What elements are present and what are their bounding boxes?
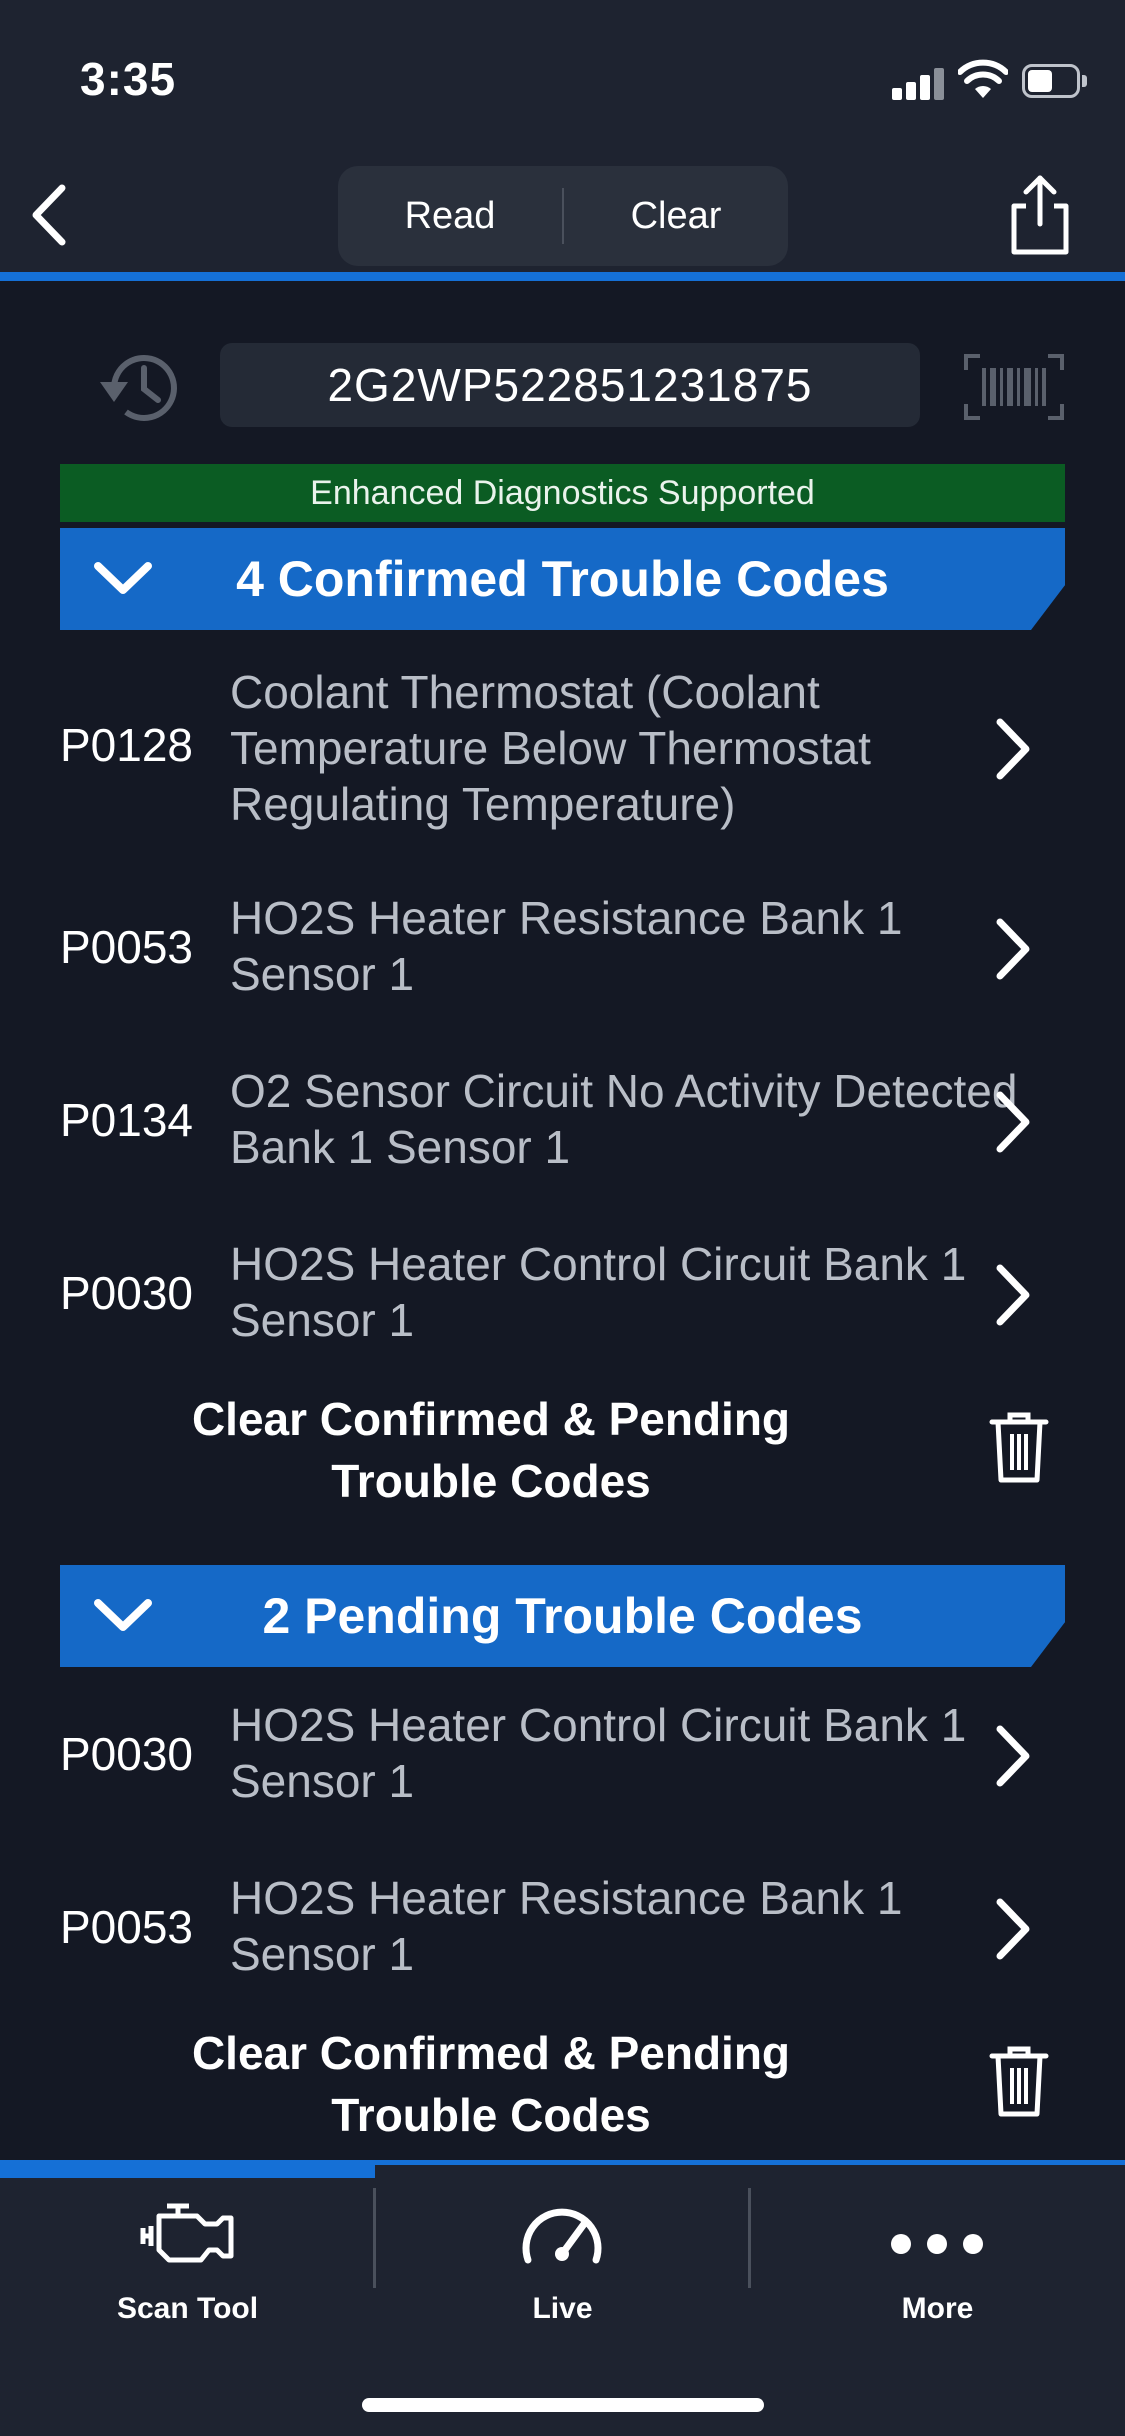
status-time: 3:35: [80, 53, 177, 105]
tab-live[interactable]: Live: [375, 2180, 750, 2340]
trouble-code-row[interactable]: P0030 HO2S Heater Control Circuit Bank 1…: [60, 1236, 1065, 1356]
trouble-code: P0030: [60, 1728, 194, 1780]
chevron-right-icon: [996, 1091, 1030, 1153]
trouble-code: P0134: [60, 1094, 194, 1146]
trash-icon: [989, 2046, 1049, 2117]
trouble-code-row[interactable]: P0134 O2 Sensor Circuit No Activity Dete…: [60, 1063, 1065, 1183]
tab-label: Live: [532, 2292, 593, 2325]
vin-field[interactable]: 2G2WP522851231875: [220, 343, 920, 427]
trouble-code-description: HO2S Heater Resistance Bank 1 Sensor 1: [230, 1872, 903, 1980]
trouble-code-row[interactable]: P0128 Coolant Thermostat (Coolant Temper…: [60, 662, 1065, 832]
share-icon[interactable]: [1004, 172, 1076, 258]
battery-icon: [1022, 64, 1088, 98]
trouble-code: P0128: [60, 719, 194, 771]
chevron-right-icon: [996, 1898, 1030, 1960]
trouble-code-row[interactable]: P0030 HO2S Heater Control Circuit Bank 1…: [60, 1697, 1065, 1817]
home-indicator: [362, 2398, 764, 2412]
more-dots-icon: [891, 2234, 983, 2254]
tab-label: More: [901, 2292, 974, 2325]
clear-codes-button[interactable]: Clear Confirmed & Pending Trouble Codes: [60, 2020, 1065, 2150]
pending-codes-title: 2 Pending Trouble Codes: [262, 1588, 863, 1644]
history-icon[interactable]: [96, 344, 186, 430]
active-tab-indicator: [0, 2160, 375, 2178]
pending-codes-header[interactable]: 2 Pending Trouble Codes: [60, 1565, 1065, 1667]
trouble-code-row[interactable]: P0053 HO2S Heater Resistance Bank 1 Sens…: [60, 890, 1065, 1010]
clear-codes-label: Clear Confirmed & Pending Trouble Codes: [191, 1393, 791, 1507]
chevron-right-icon: [996, 1264, 1030, 1326]
trouble-code-description: HO2S Heater Control Circuit Bank 1 Senso…: [230, 1699, 967, 1807]
trouble-code-description: HO2S Heater Control Circuit Bank 1 Senso…: [230, 1238, 967, 1346]
back-chevron-icon[interactable]: [22, 178, 82, 252]
gauge-icon: [522, 2208, 602, 2264]
wifi-icon: [958, 59, 1008, 98]
enhanced-diagnostics-banner: Enhanced Diagnostics Supported: [60, 464, 1065, 522]
trouble-code-description: HO2S Heater Resistance Bank 1 Sensor 1: [230, 892, 903, 1000]
clear-codes-button[interactable]: Clear Confirmed & Pending Trouble Codes: [60, 1386, 1065, 1516]
tab-more[interactable]: More: [750, 2180, 1125, 2340]
read-clear-segmented-control: Read Clear: [338, 166, 788, 266]
clear-codes-label: Clear Confirmed & Pending Trouble Codes: [191, 2027, 791, 2141]
trouble-code-row[interactable]: P0053 HO2S Heater Resistance Bank 1 Sens…: [60, 1870, 1065, 1990]
chevron-right-icon: [996, 718, 1030, 780]
chevron-right-icon: [996, 1725, 1030, 1787]
trash-icon: [989, 1412, 1049, 1483]
read-segment[interactable]: Read: [338, 166, 562, 266]
confirmed-codes-header[interactable]: 4 Confirmed Trouble Codes: [60, 528, 1065, 630]
clear-segment[interactable]: Clear: [564, 166, 788, 266]
cellular-signal-icon: [892, 66, 944, 100]
barcode-scan-icon[interactable]: [962, 352, 1066, 422]
chevron-right-icon: [996, 918, 1030, 980]
trouble-code-description: O2 Sensor Circuit No Activity Detected B…: [230, 1065, 1018, 1173]
header-divider: [0, 272, 1125, 281]
confirmed-codes-title: 4 Confirmed Trouble Codes: [236, 551, 889, 607]
trouble-code: P0053: [60, 1901, 194, 1953]
trouble-code: P0053: [60, 921, 194, 973]
trouble-code-description: Coolant Thermostat (Coolant Temperature …: [230, 666, 871, 830]
trouble-code: P0030: [60, 1267, 194, 1319]
engine-icon: [140, 2203, 234, 2263]
tab-label: Scan Tool: [116, 2292, 259, 2325]
tab-scan-tool[interactable]: Scan Tool: [0, 2180, 375, 2340]
